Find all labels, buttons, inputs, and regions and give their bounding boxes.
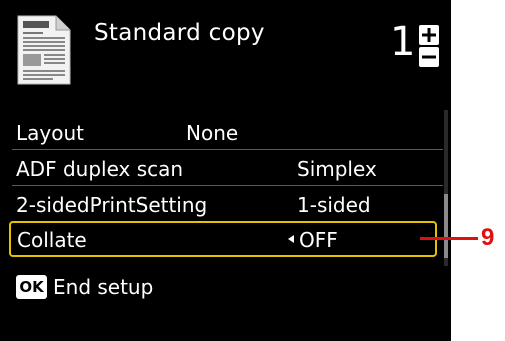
ok-button-icon: OK	[16, 275, 47, 299]
setting-label: 2-sidedPrintSetting	[16, 193, 208, 217]
scrollbar[interactable]	[444, 110, 448, 266]
page-title: Standard copy	[94, 20, 265, 46]
setting-row-collate[interactable]: Collate OFF	[9, 221, 437, 257]
setting-value: 1-sided	[297, 193, 371, 217]
setting-label: ADF duplex scan	[16, 157, 184, 181]
callout-line	[420, 237, 478, 240]
setting-value: Simplex	[297, 157, 377, 181]
footer-text: End setup	[53, 275, 154, 299]
setting-label: Collate	[17, 228, 87, 252]
copies-count: 1	[390, 19, 416, 65]
left-arrow-icon[interactable]	[288, 235, 294, 243]
setting-value: OFF	[299, 228, 338, 252]
setting-value: None	[186, 121, 239, 145]
document-icon	[17, 15, 71, 85]
figure: Standard copy 1 Layout None ADF duplex s…	[0, 0, 505, 341]
scrollbar-thumb[interactable]	[444, 194, 448, 258]
setting-label: Layout	[16, 121, 84, 145]
callout-number: 9	[481, 224, 495, 251]
plus-icon[interactable]	[417, 24, 441, 46]
setting-row-2-sided-print[interactable]: 2-sidedPrintSetting 1-sided	[16, 188, 446, 222]
copies-stepper[interactable]	[417, 24, 441, 68]
divider	[12, 185, 443, 186]
divider	[12, 149, 443, 150]
setting-row-layout[interactable]: Layout None	[16, 116, 446, 150]
minus-icon[interactable]	[417, 46, 441, 68]
setting-row-adf-duplex-scan[interactable]: ADF duplex scan Simplex	[16, 152, 446, 186]
printer-lcd-screen: Standard copy 1 Layout None ADF duplex s…	[0, 0, 451, 341]
